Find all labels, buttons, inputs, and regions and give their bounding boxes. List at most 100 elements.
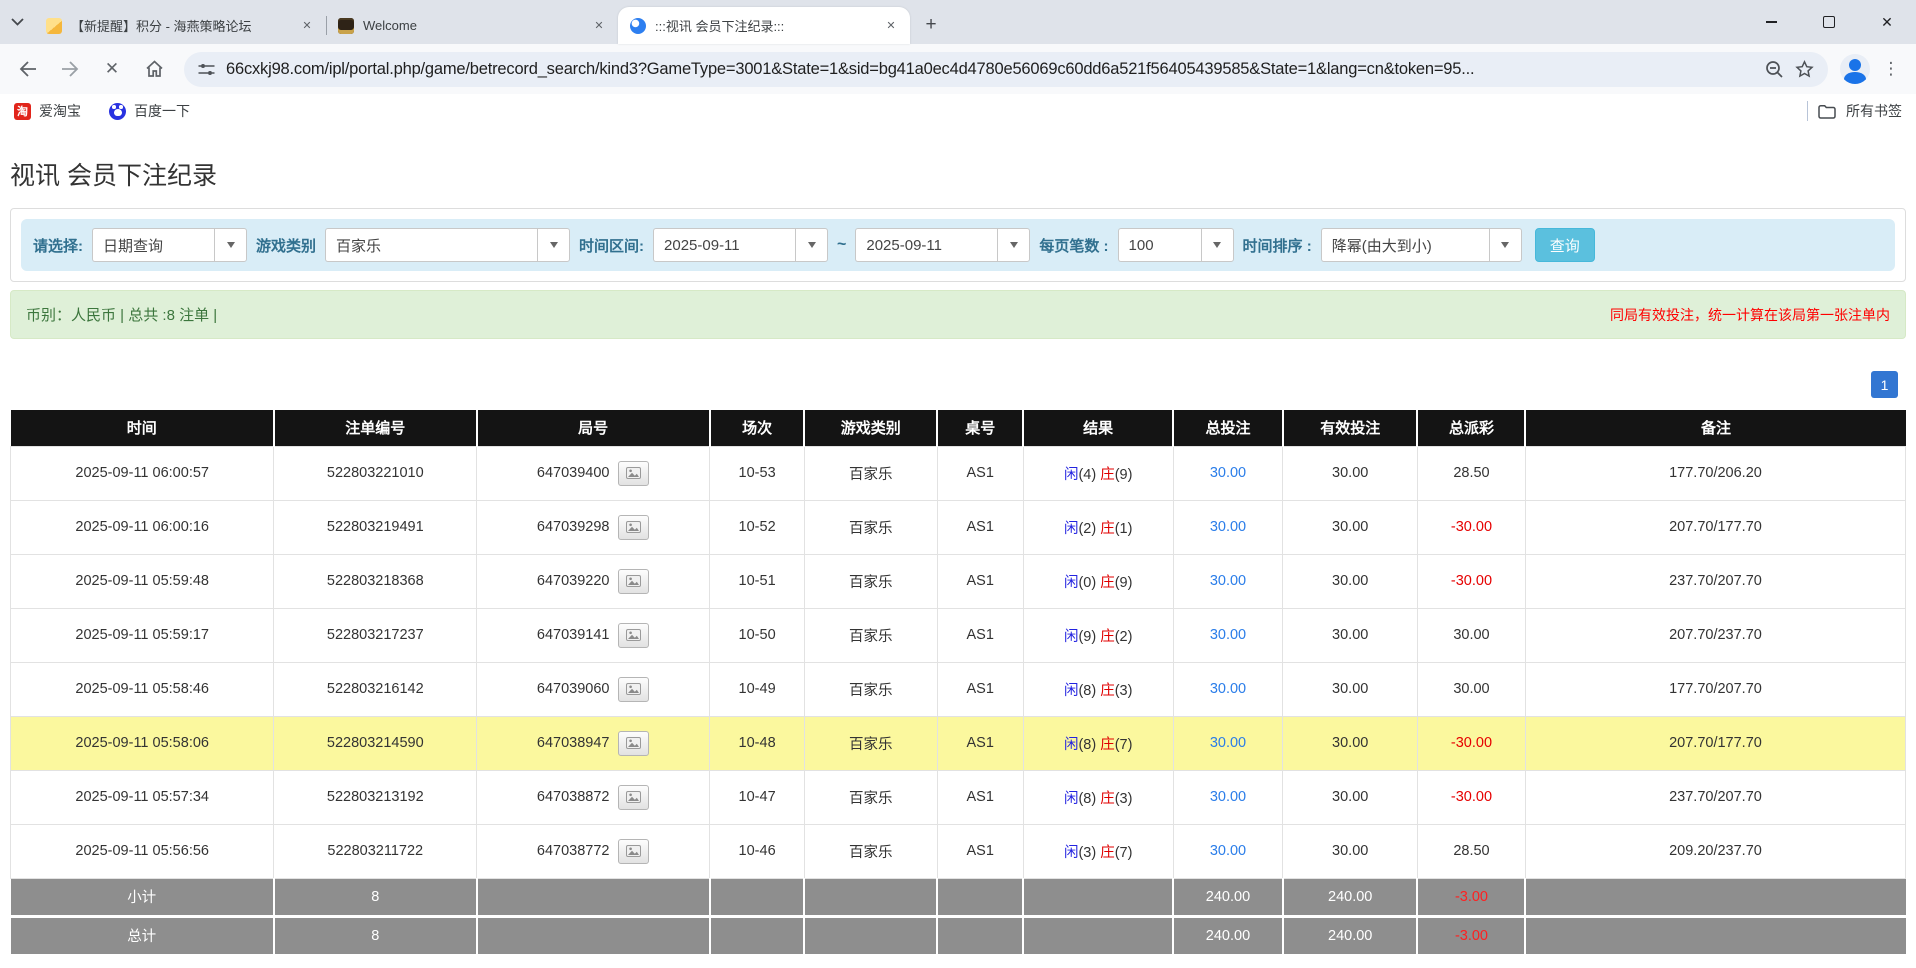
chevron-down-icon[interactable] — [537, 228, 570, 262]
total-bet-cell: 30.00 — [1173, 554, 1283, 608]
date-to-combobox[interactable]: 2025-09-11 — [855, 228, 1030, 262]
sum-valid-bet-cell: 240.00 — [1283, 916, 1418, 954]
result-cell: 闲(8) 庄(3) — [1023, 662, 1173, 716]
home-button[interactable] — [136, 51, 172, 87]
search-button[interactable]: 查询 — [1535, 228, 1595, 262]
note-cell: 207.70/237.70 — [1525, 608, 1905, 662]
game-type-cell: 百家乐 — [804, 824, 937, 878]
total-bet-link[interactable]: 30.00 — [1210, 627, 1246, 643]
bet-id-cell: 522803216142 — [274, 662, 477, 716]
per-page-combobox[interactable]: 100 — [1118, 228, 1234, 262]
sum-total-bet-cell: 240.00 — [1173, 916, 1283, 954]
site-settings-icon[interactable] — [198, 62, 215, 77]
browser-menu-button[interactable]: ⋮ — [1876, 59, 1906, 79]
round-number: 647039400 — [537, 465, 610, 481]
table-row: 2025-09-11 05:58:46522803216142647039060… — [11, 662, 1906, 716]
filter-label-select: 请选择: — [33, 235, 83, 256]
total-bet-link[interactable]: 30.00 — [1210, 573, 1246, 589]
valid-bet-cell: 30.00 — [1283, 446, 1418, 500]
query-type-combobox[interactable]: 日期查询 — [92, 228, 247, 262]
round-video-button[interactable] — [618, 569, 649, 594]
url-text[interactable]: 66cxkj98.com/ipl/portal.php/game/betreco… — [226, 60, 1754, 79]
browser-tab-3[interactable]: :::视讯 会员下注纪录:::✕ — [618, 7, 910, 44]
total-bet-link[interactable]: 30.00 — [1210, 843, 1246, 859]
sum-label-cell: 小计 — [11, 878, 274, 916]
new-tab-button[interactable]: + — [916, 10, 946, 40]
bet-id-cell: 522803214590 — [274, 716, 477, 770]
bookmark-star-icon[interactable] — [1795, 60, 1814, 79]
date-from-value[interactable]: 2025-09-11 — [653, 228, 795, 262]
total-bet-link[interactable]: 30.00 — [1210, 519, 1246, 535]
date-to-value[interactable]: 2025-09-11 — [855, 228, 997, 262]
home-icon — [145, 60, 164, 78]
total-bet-link[interactable]: 30.00 — [1210, 789, 1246, 805]
table-row: 2025-09-11 06:00:57522803221010647039400… — [11, 446, 1906, 500]
replay-image-icon — [626, 845, 641, 857]
bookmark-item[interactable]: 百度一下 — [109, 101, 190, 121]
chevron-down-icon[interactable] — [1201, 228, 1234, 262]
zoom-out-icon[interactable] — [1765, 60, 1784, 79]
table-header-row: 时间注单编号局号场次游戏类别桌号结果总投注有效投注总派彩备注 — [11, 410, 1906, 446]
sum-valid-bet-cell: 240.00 — [1283, 878, 1418, 916]
bet-id-cell: 522803211722 — [274, 824, 477, 878]
chevron-down-icon[interactable] — [795, 228, 828, 262]
column-header: 注单编号 — [274, 410, 477, 446]
tab-strip: 【新提醒】积分 - 海燕策略论坛✕Welcome✕:::视讯 会员下注纪录:::… — [0, 0, 1916, 44]
pagination-page-1[interactable]: 1 — [1871, 371, 1898, 398]
game-type-value[interactable]: 百家乐 — [325, 228, 537, 262]
payout-cell: 28.50 — [1417, 824, 1525, 878]
round-video-button[interactable] — [618, 515, 649, 540]
pagination: 1 — [18, 371, 1898, 398]
round-video-button[interactable] — [618, 839, 649, 864]
bet-id-cell: 522803217237 — [274, 608, 477, 662]
range-separator: ~ — [837, 236, 846, 254]
total-bet-cell: 30.00 — [1173, 824, 1283, 878]
round-video-button[interactable] — [618, 461, 649, 486]
bookmark-item[interactable]: 淘爱淘宝 — [14, 101, 81, 121]
back-button[interactable] — [10, 51, 46, 87]
close-button[interactable]: ✕ — [1858, 0, 1916, 44]
browser-tab-2[interactable]: Welcome✕ — [326, 7, 618, 44]
table-no-cell: AS1 — [937, 446, 1023, 500]
chevron-down-icon[interactable] — [997, 228, 1030, 262]
result-cell: 闲(2) 庄(1) — [1023, 500, 1173, 554]
date-from-combobox[interactable]: 2025-09-11 — [653, 228, 828, 262]
chevron-down-icon[interactable] — [214, 228, 247, 262]
replay-image-icon — [626, 467, 641, 479]
tab-close-icon[interactable]: ✕ — [298, 17, 316, 35]
filter-label-game: 游戏类别 — [256, 235, 316, 256]
bookmarks-bar: 淘爱淘宝 百度一下 所有书签 — [0, 94, 1916, 128]
total-bet-link[interactable]: 30.00 — [1210, 465, 1246, 481]
round-video-button[interactable] — [618, 731, 649, 756]
session-cell: 10-52 — [710, 500, 805, 554]
profile-avatar[interactable] — [1840, 54, 1870, 84]
minimize-button[interactable] — [1742, 0, 1800, 44]
game-type-combobox[interactable]: 百家乐 — [325, 228, 570, 262]
tab-search-button[interactable] — [0, 0, 34, 44]
stop-loading-button[interactable]: ✕ — [94, 51, 130, 87]
column-header: 总投注 — [1173, 410, 1283, 446]
chevron-down-icon[interactable] — [1489, 228, 1522, 262]
tab-close-icon[interactable]: ✕ — [590, 17, 608, 35]
forward-arrow-icon — [61, 61, 79, 77]
column-header: 结果 — [1023, 410, 1173, 446]
per-page-value[interactable]: 100 — [1118, 228, 1201, 262]
all-bookmarks-label[interactable]: 所有书签 — [1846, 101, 1902, 121]
total-bet-link[interactable]: 30.00 — [1210, 681, 1246, 697]
round-video-button[interactable] — [618, 785, 649, 810]
tab-close-icon[interactable]: ✕ — [882, 17, 900, 35]
sort-order-value[interactable]: 降幂(由大到小) — [1321, 228, 1489, 262]
maximize-button[interactable] — [1800, 0, 1858, 44]
game-type-cell: 百家乐 — [804, 446, 937, 500]
address-bar[interactable]: 66cxkj98.com/ipl/portal.php/game/betreco… — [184, 52, 1828, 87]
sort-order-combobox[interactable]: 降幂(由大到小) — [1321, 228, 1522, 262]
session-cell: 10-50 — [710, 608, 805, 662]
valid-bet-cell: 30.00 — [1283, 500, 1418, 554]
browser-tab-1[interactable]: 【新提醒】积分 - 海燕策略论坛✕ — [34, 7, 326, 44]
round-video-button[interactable] — [618, 623, 649, 648]
forward-button[interactable] — [52, 51, 88, 87]
total-bet-link[interactable]: 30.00 — [1210, 735, 1246, 751]
game-type-cell: 百家乐 — [804, 608, 937, 662]
query-type-value[interactable]: 日期查询 — [92, 228, 214, 262]
round-video-button[interactable] — [618, 677, 649, 702]
